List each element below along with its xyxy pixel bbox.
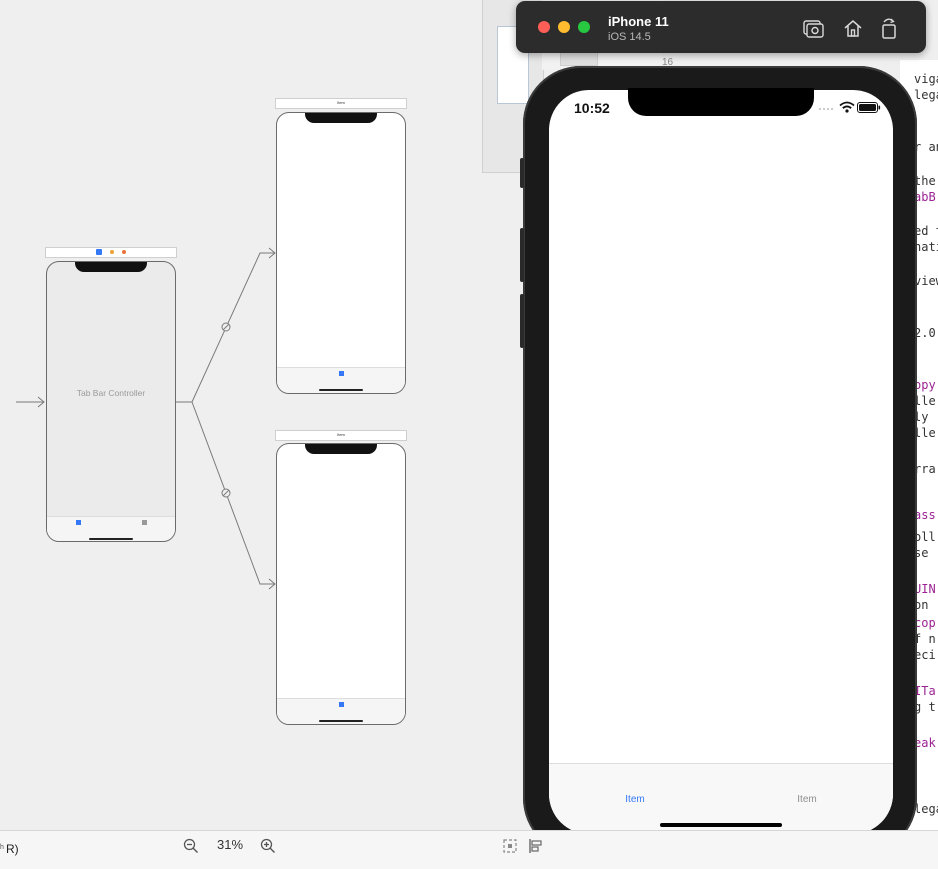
cellular-icon (819, 108, 833, 110)
filter-prefix: h (0, 844, 4, 851)
device-name: iPhone 11 (608, 14, 669, 29)
controller-icon (96, 249, 102, 255)
zoom-out-icon[interactable] (183, 838, 199, 854)
code-line: oll (914, 530, 936, 544)
volume-up-button (520, 228, 524, 282)
tab-bar[interactable] (47, 516, 175, 541)
close-window-button[interactable] (538, 21, 550, 33)
tab-bar-controller-scene[interactable]: Tab Bar Controller (46, 261, 176, 542)
zoom-window-button[interactable] (578, 21, 590, 33)
exit-icon (122, 250, 126, 254)
tab-bar[interactable] (277, 367, 405, 393)
code-line: lega (914, 802, 938, 816)
tab-bar[interactable] (277, 698, 405, 724)
code-line: rra (914, 462, 936, 476)
code-line: the (914, 174, 936, 188)
tab-item-icon[interactable] (339, 702, 344, 707)
code-line: natio (914, 240, 938, 254)
first-responder-icon (110, 250, 114, 254)
code-line: view (914, 274, 938, 288)
code-line: lega (914, 88, 938, 102)
tab-item-icon[interactable] (142, 520, 147, 525)
home-icon[interactable] (842, 17, 864, 39)
item-scene-dock[interactable]: Item (275, 430, 407, 441)
minimize-window-button[interactable] (558, 21, 570, 33)
os-version: iOS 14.5 (608, 31, 651, 43)
home-indicator (319, 389, 363, 391)
code-line: 2.0 (914, 326, 936, 340)
tab-item-icon[interactable] (76, 520, 81, 525)
home-indicator (319, 720, 363, 722)
simulator-screen[interactable]: 10:52 Item Item (549, 90, 893, 834)
code-line: UIN (914, 582, 936, 596)
item-scene-dock[interactable]: Item (275, 98, 407, 109)
code-line: opy (914, 378, 936, 392)
code-line: ed to (914, 224, 938, 238)
tab-bar-controller-scene-dock[interactable] (45, 247, 177, 258)
tab-item-first[interactable]: Item (577, 794, 693, 805)
code-line: vigati (914, 72, 938, 86)
tab-item-icon[interactable] (339, 371, 344, 376)
mute-switch (520, 158, 524, 188)
item-scene[interactable] (276, 443, 406, 725)
home-indicator (89, 538, 133, 540)
home-indicator (660, 823, 782, 827)
app-tab-bar[interactable]: Item Item (549, 763, 893, 834)
zoom-level: 31% (216, 837, 244, 852)
canvas-bottom-bar: h R) 31% (0, 830, 938, 869)
item-scene[interactable] (276, 112, 406, 394)
code-line: eak (914, 736, 936, 750)
battery-icon (857, 102, 881, 113)
device-notch (628, 88, 814, 116)
status-time: 10:52 (574, 100, 610, 116)
code-line: r and (914, 140, 938, 154)
tab-item-second[interactable]: Item (749, 794, 865, 805)
screenshot-icon[interactable] (802, 17, 824, 39)
filter-text: R) (6, 842, 19, 856)
code-line: abB (914, 190, 936, 204)
code-line: lle (914, 426, 936, 440)
device-notch (75, 262, 147, 272)
rotate-icon[interactable] (878, 16, 900, 40)
code-line: ass (914, 508, 936, 522)
code-line: cop (914, 616, 936, 630)
filter-field[interactable]: h R) (0, 838, 150, 860)
code-line: lle (914, 394, 936, 408)
code-line: f n (914, 632, 936, 646)
code-line: g t (914, 700, 936, 714)
simulator-titlebar[interactable]: iPhone 11 iOS 14.5 (516, 1, 926, 53)
tab-bar-controller-label: Tab Bar Controller (76, 388, 146, 398)
update-frames-icon[interactable] (502, 838, 518, 854)
zoom-in-icon[interactable] (260, 838, 276, 854)
volume-down-button (520, 294, 524, 348)
wifi-icon (839, 101, 855, 113)
device-notch (305, 444, 377, 454)
device-notch (305, 113, 377, 123)
align-icon[interactable] (528, 838, 544, 854)
code-line: eci (914, 648, 936, 662)
code-line: ITa (914, 684, 936, 698)
